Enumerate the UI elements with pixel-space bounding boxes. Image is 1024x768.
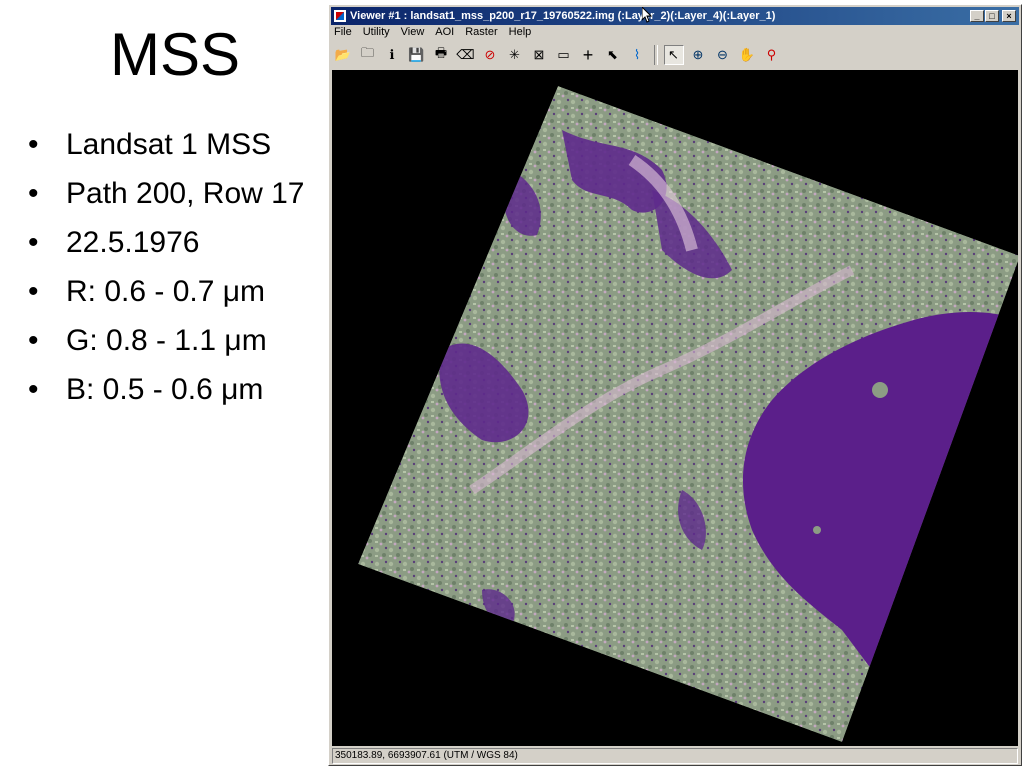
menu-file[interactable]: File [333, 26, 353, 42]
select-pointer-icon[interactable]: ↖ [663, 45, 684, 65]
bullet-item: • B: 0.5 - 0.6 μm [28, 371, 318, 409]
bullet-text: G: 0.8 - 1.1 μm [66, 324, 267, 357]
bullet-dot: • [28, 128, 39, 161]
image-canvas[interactable] [332, 70, 1018, 746]
viewer-window[interactable]: Viewer #1 : landsat1_mss_p200_r17_197605… [328, 4, 1022, 766]
menu-raster[interactable]: Raster [464, 26, 498, 42]
menu-aoi[interactable]: AOI [434, 26, 455, 42]
zoom-in-icon[interactable]: ⊕ [688, 45, 708, 65]
bullet-dot: • [28, 226, 39, 259]
profile-icon[interactable]: ⌇ [627, 45, 647, 65]
save-icon[interactable]: 💾 [407, 45, 427, 65]
pan-hand-icon[interactable]: ✋ [737, 45, 757, 65]
bullet-text: Landsat 1 MSS [66, 128, 272, 161]
title-bar[interactable]: Viewer #1 : landsat1_mss_p200_r17_197605… [331, 7, 1019, 25]
app-icon[interactable] [334, 10, 346, 22]
bullet-dot: • [28, 177, 39, 210]
menu-bar: File Utility View AOI Raster Help [333, 26, 541, 42]
close-button[interactable]: × [1002, 10, 1016, 22]
open-layer-icon[interactable]: 🗀 [358, 45, 378, 65]
minimize-button[interactable]: _ [970, 10, 984, 22]
measure-icon[interactable]: ▭ [554, 45, 574, 65]
bullet-dot: • [28, 275, 39, 308]
menu-utility[interactable]: Utility [362, 26, 391, 42]
bullet-text: 22.5.1976 [66, 226, 200, 259]
bullet-item: • G: 0.8 - 1.1 μm [28, 322, 318, 360]
toolbar-separator [653, 45, 658, 65]
info-icon[interactable]: ℹ [382, 45, 402, 65]
bullet-text: R: 0.6 - 0.7 μm [66, 275, 266, 308]
bullet-item: • 22.5.1976 [28, 224, 318, 262]
zoom-extent-icon[interactable]: ✳ [505, 45, 525, 65]
bullet-text: Path 200, Row 17 [66, 177, 305, 210]
link-icon[interactable]: ⚲ [762, 45, 782, 65]
bullet-dot: • [28, 373, 39, 406]
bullet-item: • Landsat 1 MSS [28, 126, 318, 164]
open-folder-icon[interactable]: 📂 [333, 45, 353, 65]
mouse-cursor-icon [642, 7, 652, 23]
stop-icon[interactable]: ⊘ [480, 45, 500, 65]
status-bar: 350183.89, 6693907.61 (UTM / WGS 84) [332, 748, 1018, 764]
arrow-tool-icon[interactable]: ⬉ [603, 45, 623, 65]
slide-title: MSS [109, 21, 241, 88]
bullet-item: • Path 200, Row 17 [28, 175, 318, 213]
toolbar: 📂 🗀 ℹ 💾 🖶 ⌫ ⊘ ✳ ⊠ ▭ + ⬉ ⌇ ↖ ⊕ ⊖ ✋ ⚲ [333, 43, 1017, 67]
fit-icon[interactable]: ⊠ [529, 45, 549, 65]
menu-help[interactable]: Help [508, 26, 533, 42]
maximize-button[interactable]: □ [985, 10, 999, 22]
zoom-out-icon[interactable]: ⊖ [713, 45, 733, 65]
bullet-dot: • [28, 324, 39, 357]
print-icon[interactable]: 🖶 [431, 45, 451, 65]
bullet-item: • R: 0.6 - 0.7 μm [28, 273, 318, 311]
crosshair-icon[interactable]: + [578, 45, 598, 65]
window-title: Viewer #1 : landsat1_mss_p200_r17_197605… [350, 10, 776, 22]
bullet-text: B: 0.5 - 0.6 μm [66, 373, 264, 406]
bullet-list: • Landsat 1 MSS • Path 200, Row 17 • 22.5.1… [28, 126, 318, 420]
satellite-image [358, 86, 1018, 742]
eraser-icon[interactable]: ⌫ [456, 45, 476, 65]
menu-view[interactable]: View [400, 26, 426, 42]
